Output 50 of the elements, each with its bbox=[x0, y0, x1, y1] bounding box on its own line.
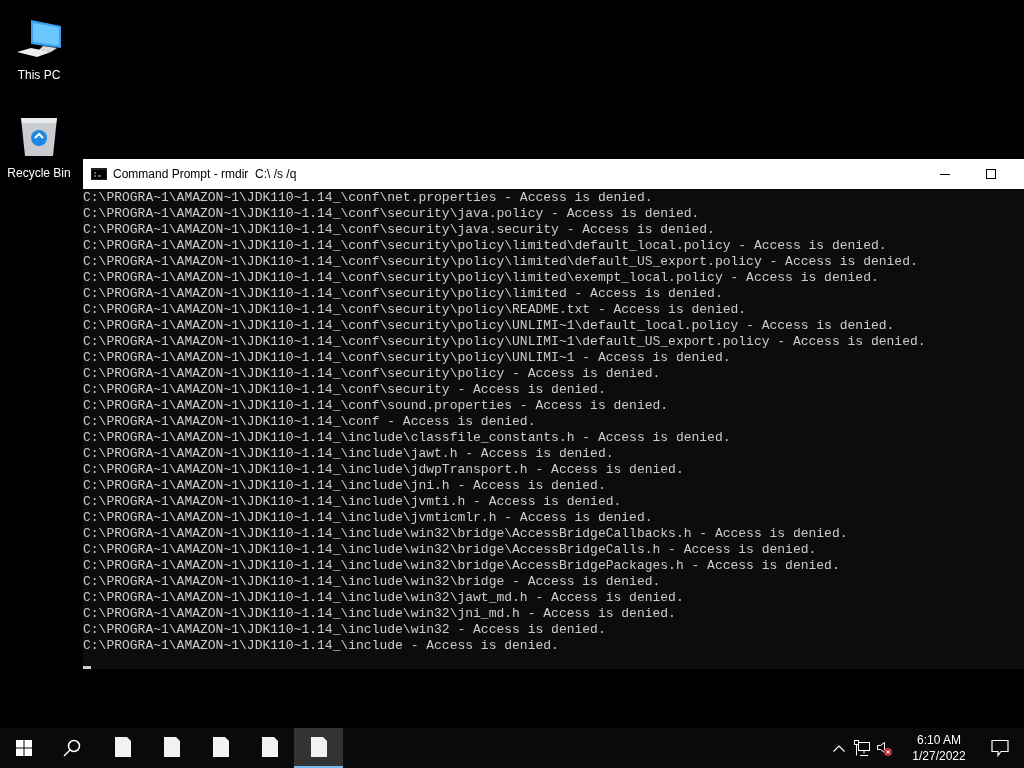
console-line: C:\PROGRA~1\AMAZON~1\JDK110~1.14_\include\jvmti.h - Access is denied. bbox=[83, 494, 623, 510]
console-line: C:\PROGRA~1\AMAZON~1\JDK110~1.14_\conf\net.properties - Access is denied. bbox=[83, 190, 654, 206]
text-cursor bbox=[83, 666, 91, 669]
network-icon bbox=[854, 740, 870, 756]
console-line: C:\PROGRA~1\AMAZON~1\JDK110~1.14_\conf\security\policy - Access is denied. bbox=[83, 366, 662, 382]
console-line: C:\PROGRA~1\AMAZON~1\JDK110~1.14_\conf\security\policy\limited\exempt_local.policy - Access is denied. bbox=[83, 270, 880, 286]
console-line: C:\PROGRA~1\AMAZON~1\JDK110~1.14_\conf\security\java.security - Access is denied. bbox=[83, 222, 716, 238]
console-line: C:\PROGRA~1\AMAZON~1\JDK110~1.14_\include\win32\bridge\AccessBridgePackages.h - Access is denied. bbox=[83, 558, 841, 574]
chevron-up-icon bbox=[833, 744, 845, 752]
window-title: Command Prompt - rmdir C:\ /s /q bbox=[113, 166, 297, 183]
console-line: C:\PROGRA~1\AMAZON~1\JDK110~1.14_\conf\security\policy\limited - Access is denied. bbox=[83, 286, 724, 302]
computer-icon bbox=[17, 18, 61, 60]
console-line: C:\PROGRA~1\AMAZON~1\JDK110~1.14_\include - Access is denied. bbox=[83, 638, 560, 654]
document-icon bbox=[310, 737, 327, 757]
maximize-icon bbox=[986, 169, 996, 179]
console-line: C:\PROGRA~1\AMAZON~1\JDK110~1.14_\include\win32\jni_md.h - Access is denied. bbox=[83, 606, 677, 622]
console-line: C:\PROGRA~1\AMAZON~1\JDK110~1.14_\conf\security\policy\UNLIMI~1 - Access is denied. bbox=[83, 350, 732, 366]
console-line: C:\PROGRA~1\AMAZON~1\JDK110~1.14_\include\win32\bridge - Access is denied. bbox=[83, 574, 662, 590]
console-line: C:\PROGRA~1\AMAZON~1\JDK110~1.14_\conf\sound.properties - Access is denied. bbox=[83, 398, 670, 414]
desktop-icon-label[interactable]: Recycle Bin bbox=[7, 164, 71, 182]
windows-logo-icon bbox=[16, 740, 32, 756]
console-line: C:\PROGRA~1\AMAZON~1\JDK110~1.14_\include\win32\bridge\AccessBridgeCallbacks.h - Access is denied. bbox=[83, 526, 849, 542]
document-icon bbox=[261, 737, 278, 757]
console-line: C:\PROGRA~1\AMAZON~1\JDK110~1.14_\conf\security\policy\UNLIMI~1\default_local.policy - Access is denied. bbox=[83, 318, 896, 334]
document-icon bbox=[114, 737, 131, 757]
console-line: C:\PROGRA~1\AMAZON~1\JDK110~1.14_\include\jdwpTransport.h - Access is denied. bbox=[83, 462, 685, 478]
console-line: C:\PROGRA~1\AMAZON~1\JDK110~1.14_\include\jawt.h - Access is denied. bbox=[83, 446, 615, 462]
volume-muted-icon bbox=[876, 740, 892, 756]
console-icon bbox=[91, 168, 107, 180]
console-line: C:\PROGRA~1\AMAZON~1\JDK110~1.14_\include\win32 - Access is denied. bbox=[83, 622, 607, 638]
console-line: C:\PROGRA~1\AMAZON~1\JDK110~1.14_\include\classfile_constants.h - Access is denied. bbox=[83, 430, 732, 446]
taskbar-app-button[interactable] bbox=[294, 728, 343, 768]
clock-time[interactable]: 6:10 AM bbox=[917, 732, 961, 748]
search-icon bbox=[63, 739, 81, 757]
console-line: C:\PROGRA~1\AMAZON~1\JDK110~1.14_\include\win32\jawt_md.h - Access is denied. bbox=[83, 590, 685, 606]
desktop-icon-label[interactable]: This PC bbox=[17, 66, 61, 84]
console-line: C:\PROGRA~1\AMAZON~1\JDK110~1.14_\conf\security - Access is denied. bbox=[83, 382, 607, 398]
console-line: C:\PROGRA~1\AMAZON~1\JDK110~1.14_\include\jvmticmlr.h - Access is denied. bbox=[83, 510, 654, 526]
console-line: C:\PROGRA~1\AMAZON~1\JDK110~1.14_\conf\security\policy\README.txt - Access is denied. bbox=[83, 302, 748, 318]
console-line: C:\PROGRA~1\AMAZON~1\JDK110~1.14_\conf\security\policy\UNLIMI~1\default_US_export.policy - Access is denied. bbox=[83, 334, 927, 350]
speech-bubble-icon bbox=[991, 739, 1009, 757]
console-line: C:\PROGRA~1\AMAZON~1\JDK110~1.14_\include\jni.h - Access is denied. bbox=[83, 478, 607, 494]
console-line: C:\PROGRA~1\AMAZON~1\JDK110~1.14_\include\win32\bridge\AccessBridgeCalls.h - Access is denied. bbox=[83, 542, 818, 558]
console-line: C:\PROGRA~1\AMAZON~1\JDK110~1.14_\conf\security\java.policy - Access is denied. bbox=[83, 206, 701, 222]
document-icon bbox=[212, 737, 229, 757]
console-line: C:\PROGRA~1\AMAZON~1\JDK110~1.14_\conf\security\policy\limited\default_local.policy - Access is denied. bbox=[83, 238, 888, 254]
console-line: C:\PROGRA~1\AMAZON~1\JDK110~1.14_\conf - Access is denied. bbox=[83, 414, 537, 430]
document-icon bbox=[163, 737, 180, 757]
console-line: C:\PROGRA~1\AMAZON~1\JDK110~1.14_\conf\security\policy\limited\default_US_export.policy - Access is denied. bbox=[83, 254, 919, 270]
clock-date[interactable]: 1/27/2022 bbox=[912, 748, 966, 764]
